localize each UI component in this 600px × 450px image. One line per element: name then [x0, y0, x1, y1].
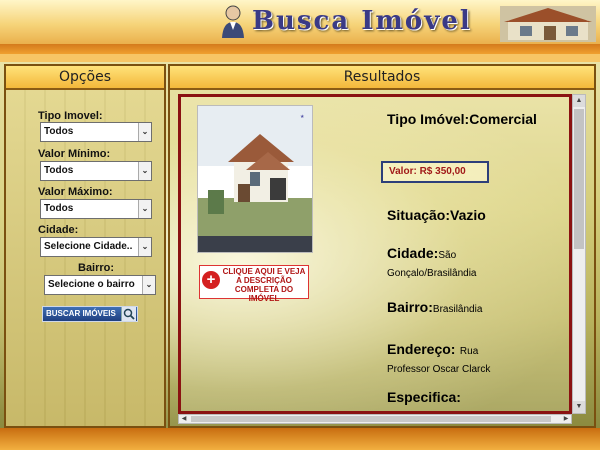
svg-text:★: ★ — [300, 114, 305, 120]
scrollbar-thumb[interactable] — [574, 109, 584, 249]
valor-minimo-select[interactable]: Todos ⌄ — [40, 161, 152, 181]
chevron-down-icon[interactable]: ⌄ — [142, 276, 155, 294]
chevron-down-icon[interactable]: ⌄ — [138, 123, 151, 141]
bairro-select[interactable]: Selecione o bairro ⌄ — [44, 275, 156, 295]
scroll-up-icon[interactable]: ▲ — [573, 95, 585, 107]
view-description-link[interactable]: + CLIQUE AQUI E VEJA A DESCRIÇÃO COMPLET… — [199, 265, 309, 303]
house-logo-icon — [500, 6, 596, 42]
situacao-label: Situação: — [387, 207, 451, 223]
chevron-down-icon[interactable]: ⌄ — [138, 162, 151, 180]
results-panel: Resultados ★ + CLIQUE AQUI E VEJA A DESC… — [168, 64, 596, 428]
cidade-label: Cidade: — [38, 224, 79, 236]
cta-text: CLIQUE AQUI E VEJA A DESCRIÇÃO COMPLETA … — [222, 267, 306, 303]
chevron-down-icon[interactable]: ⌄ — [138, 200, 151, 218]
app-logo-text: Busca Imóvel — [252, 6, 472, 36]
cidade-value: Selecione Cidade.. — [44, 241, 133, 252]
tipo-field: Tipo Imóvel:Comercial — [387, 111, 537, 129]
tipo-value: Comercial — [469, 111, 537, 127]
valor-maximo-select[interactable]: Todos ⌄ — [40, 199, 152, 219]
endereco-field: Endereço: Rua Professor Oscar Clarck — [387, 341, 491, 377]
results-title: Resultados — [170, 66, 594, 90]
bairro-field: Bairro:Brasilândia — [387, 299, 482, 317]
header-divider-light — [0, 54, 600, 62]
situacao-value: Vazio — [450, 207, 486, 223]
endereco-label: Endereço: — [387, 341, 456, 357]
cidade-field-label: Cidade: — [387, 245, 439, 261]
footer-bar — [0, 428, 600, 450]
scroll-right-icon[interactable]: ▶ — [561, 415, 571, 423]
valor-minimo-value: Todos — [44, 165, 74, 176]
bairro-value: Selecione o bairro — [48, 279, 135, 290]
tipo-imovel-select[interactable]: Todos ⌄ — [40, 122, 152, 142]
tipo-imovel-value: Todos — [44, 126, 74, 137]
scroll-left-icon[interactable]: ◀ — [179, 415, 189, 423]
bairro-field-value: Brasilândia — [432, 304, 483, 315]
header-divider — [0, 44, 600, 54]
options-panel: Opções Tipo Imovel: Todos ⌄ Valor Mínimo… — [4, 64, 166, 428]
plus-icon: + — [202, 271, 220, 289]
property-photo[interactable]: ★ — [197, 105, 313, 253]
valor-maximo-value: Todos — [44, 203, 74, 214]
vertical-scrollbar[interactable]: ▲ ▼ — [572, 94, 586, 414]
bairro-field-label: Bairro: — [387, 299, 433, 315]
especifica-label: Especifica: — [387, 389, 461, 405]
tipo-label: Tipo Imóvel: — [387, 111, 470, 127]
valor-maximo-label: Valor Máximo: — [38, 186, 113, 198]
cidade-field: Cidade:São Gonçalo/Brasilândia — [387, 245, 537, 281]
situacao-field: Situação:Vazio — [387, 207, 486, 225]
search-icon — [121, 307, 136, 321]
tipo-imovel-label: Tipo Imovel: — [38, 110, 103, 122]
bairro-label: Bairro: — [78, 262, 115, 274]
cidade-select[interactable]: Selecione Cidade.. ⌄ — [40, 237, 152, 257]
horizontal-scrollbar[interactable]: ◀ ▶ — [178, 414, 572, 424]
results-list: ★ + CLIQUE AQUI E VEJA A DESCRIÇÃO COMPL… — [178, 94, 572, 414]
price-badge: Valor: R$ 350,00 — [381, 161, 489, 183]
especifica-field: Especifica: — [387, 389, 461, 407]
search-properties-button[interactable]: BUSCAR IMÓVEIS — [42, 306, 138, 322]
scroll-down-icon[interactable]: ▼ — [573, 401, 585, 413]
person-logo-icon — [222, 5, 244, 38]
valor-minimo-label: Valor Mínimo: — [38, 148, 111, 160]
options-title: Opções — [6, 66, 164, 90]
header: Busca Imóvel — [0, 0, 600, 44]
hscrollbar-thumb[interactable] — [191, 416, 551, 422]
search-button-label: BUSCAR IMÓVEIS — [46, 309, 116, 318]
chevron-down-icon[interactable]: ⌄ — [138, 238, 151, 256]
